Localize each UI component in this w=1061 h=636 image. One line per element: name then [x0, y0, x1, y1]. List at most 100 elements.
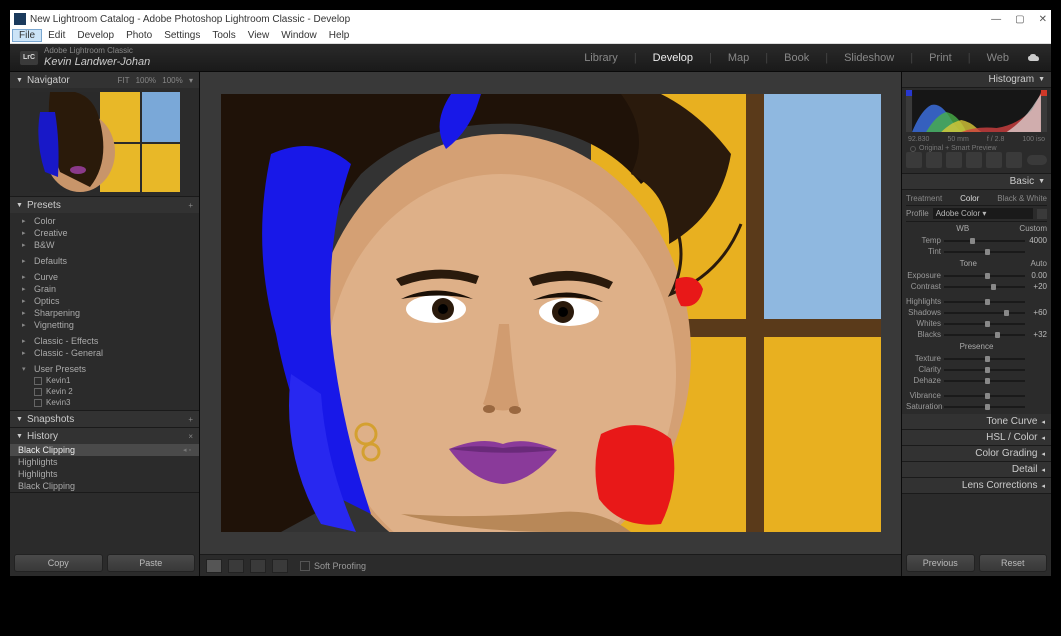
history-clear[interactable]: ×	[188, 432, 193, 441]
image-view[interactable]	[200, 72, 901, 554]
whites-slider[interactable]	[944, 320, 1025, 328]
temp-slider[interactable]	[944, 237, 1025, 245]
previous-button[interactable]: Previous	[906, 554, 975, 572]
grid-button[interactable]	[272, 559, 288, 573]
preset-group[interactable]: ▸Classic - General	[10, 347, 199, 359]
slider-value[interactable]: 0.00	[1025, 271, 1047, 280]
contrast-slider[interactable]	[944, 283, 1025, 291]
reset-button[interactable]: Reset	[979, 554, 1048, 572]
menu-settings[interactable]: Settings	[158, 30, 206, 41]
module-develop[interactable]: Develop	[647, 52, 699, 64]
nav-fit[interactable]: FIT	[117, 76, 129, 85]
slider-value[interactable]: +60	[1025, 308, 1047, 317]
preset-group[interactable]: ▸Vignetting	[10, 319, 199, 331]
preset-group[interactable]: ▸Grain	[10, 283, 199, 295]
preset-group[interactable]: ▸Curve	[10, 271, 199, 283]
slider-value[interactable]: +32	[1025, 330, 1047, 339]
menu-window[interactable]: Window	[275, 30, 323, 41]
maximize-button[interactable]: ▢	[1015, 14, 1024, 25]
module-book[interactable]: Book	[778, 52, 815, 64]
history-item[interactable]: Black Clipping◂ ▫	[10, 444, 199, 456]
detail-header[interactable]: Detail◂	[902, 462, 1051, 478]
history-item[interactable]: Highlights	[10, 468, 199, 480]
color-grading-header[interactable]: Color Grading◂	[902, 446, 1051, 462]
preset-user-item[interactable]: Kevin3	[10, 397, 199, 408]
treatment-bw[interactable]: Black & White	[997, 194, 1047, 203]
history-item[interactable]: Highlights	[10, 456, 199, 468]
preset-group[interactable]: ▸Color	[10, 215, 199, 227]
ref-view-button[interactable]	[250, 559, 266, 573]
treatment-color[interactable]: Color	[960, 194, 979, 203]
nav-zoom-menu[interactable]: ▾	[189, 76, 193, 85]
menu-develop[interactable]: Develop	[71, 30, 120, 41]
history-item[interactable]: Black Clipping	[10, 480, 199, 492]
preset-group[interactable]: ▸B&W	[10, 239, 199, 251]
snapshots-add[interactable]: +	[188, 415, 193, 424]
menu-tools[interactable]: Tools	[206, 30, 241, 41]
profile-select[interactable]: Adobe Color ▾	[933, 208, 1033, 219]
menu-view[interactable]: View	[242, 30, 276, 41]
vibrance-slider[interactable]	[944, 392, 1025, 400]
menu-help[interactable]: Help	[323, 30, 356, 41]
preset-user-item[interactable]: Kevin 2	[10, 386, 199, 397]
soft-proofing-checkbox[interactable]	[300, 561, 310, 571]
mask-tool[interactable]	[966, 152, 982, 168]
auto-button[interactable]: Auto	[1031, 259, 1047, 268]
blacks-slider[interactable]	[944, 331, 1025, 339]
copy-button[interactable]: Copy	[14, 554, 103, 572]
menu-edit[interactable]: Edit	[42, 30, 71, 41]
presets-header[interactable]: ▼Presets +	[10, 197, 199, 213]
module-map[interactable]: Map	[722, 52, 755, 64]
minimize-button[interactable]: —	[991, 14, 1001, 25]
exposure-slider[interactable]	[944, 272, 1025, 280]
module-print[interactable]: Print	[923, 52, 958, 64]
clarity-slider[interactable]	[944, 366, 1025, 374]
preset-group[interactable]: ▸Creative	[10, 227, 199, 239]
histogram-header[interactable]: Histogram▼	[902, 72, 1051, 88]
tint-slider[interactable]	[944, 248, 1025, 256]
wb-value[interactable]: Custom	[1019, 224, 1047, 233]
preset-user-header[interactable]: ▾User Presets	[10, 363, 199, 375]
cloud-icon[interactable]	[1027, 53, 1041, 63]
saturation-slider[interactable]	[944, 403, 1025, 411]
close-button[interactable]: ✕	[1039, 14, 1047, 25]
hsl-header[interactable]: HSL / Color◂	[902, 430, 1051, 446]
brush-tool[interactable]	[1006, 152, 1022, 168]
nav-zoom2[interactable]: 100%	[162, 76, 182, 85]
menu-file[interactable]: File	[12, 29, 42, 42]
temp-value[interactable]: 4000	[1025, 236, 1047, 245]
slider-value[interactable]: +20	[1025, 282, 1047, 291]
panel-switch[interactable]	[1027, 155, 1047, 165]
preset-user-item[interactable]: Kevin1	[10, 375, 199, 386]
history-header[interactable]: ▼History ×	[10, 428, 199, 444]
navigator-thumbnail[interactable]	[30, 92, 180, 192]
crop-tool[interactable]	[906, 152, 922, 168]
navigator-header[interactable]: ▼Navigator FIT 100% 100% ▾	[10, 72, 199, 88]
presets-add[interactable]: +	[188, 201, 193, 210]
snapshots-header[interactable]: ▼Snapshots +	[10, 411, 199, 427]
module-slideshow[interactable]: Slideshow	[838, 52, 900, 64]
profile-browser[interactable]	[1037, 209, 1047, 219]
shadows-slider[interactable]	[944, 309, 1025, 317]
dehaze-slider[interactable]	[944, 377, 1025, 385]
tone-curve-header[interactable]: Tone Curve◂	[902, 414, 1051, 430]
grad-tool[interactable]	[986, 152, 1002, 168]
lens-header[interactable]: Lens Corrections◂	[902, 478, 1051, 494]
module-web[interactable]: Web	[981, 52, 1015, 64]
heal-tool[interactable]	[926, 152, 942, 168]
texture-slider[interactable]	[944, 355, 1025, 363]
module-library[interactable]: Library	[578, 52, 624, 64]
highlights-slider[interactable]	[944, 298, 1025, 306]
menu-photo[interactable]: Photo	[120, 30, 158, 41]
loupe-view-button[interactable]	[206, 559, 222, 573]
preset-group[interactable]: ▸Classic - Effects	[10, 335, 199, 347]
before-after-button[interactable]	[228, 559, 244, 573]
preset-group[interactable]: ▸Optics	[10, 295, 199, 307]
nav-zoom1[interactable]: 100%	[136, 76, 156, 85]
histogram-graph[interactable]	[906, 90, 1047, 132]
preset-group[interactable]: ▸Sharpening	[10, 307, 199, 319]
preset-defaults[interactable]: ▸Defaults	[10, 255, 199, 267]
paste-button[interactable]: Paste	[107, 554, 196, 572]
redeye-tool[interactable]	[946, 152, 962, 168]
basic-header[interactable]: Basic▼	[902, 174, 1051, 190]
